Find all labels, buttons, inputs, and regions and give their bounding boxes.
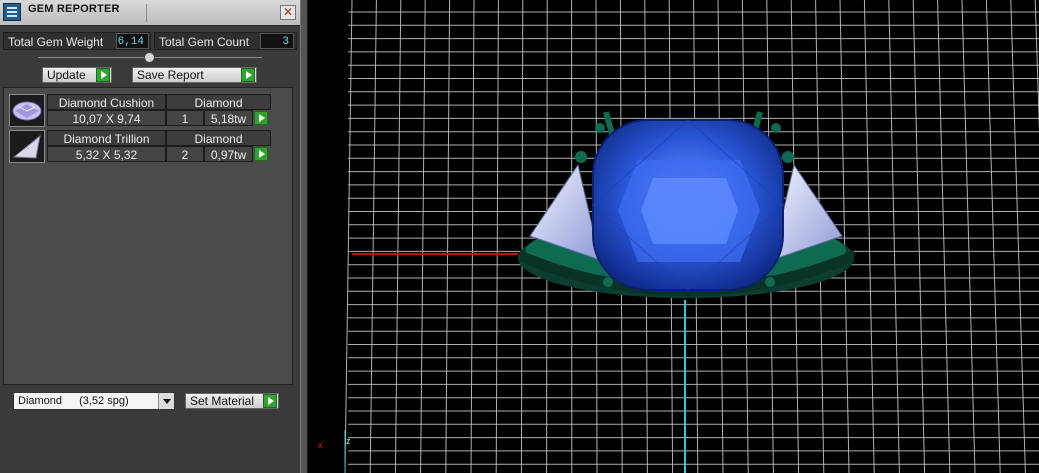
- grid-line-vertical: [344, 0, 353, 473]
- gem-weight: 5,18tw: [204, 110, 253, 126]
- grid-line-vertical: [470, 0, 475, 473]
- material-select[interactable]: Diamond (3,52 spg): [13, 392, 175, 410]
- z-axis-label: z: [346, 436, 351, 446]
- gem-weight: 0,97tw: [204, 146, 253, 162]
- grid-line-vertical: [961, 0, 976, 473]
- grid-line-vertical: [369, 0, 377, 473]
- chevron-down-icon[interactable]: [158, 393, 174, 409]
- gem-name: Diamond Cushion: [47, 94, 166, 110]
- grid-line-vertical: [394, 0, 402, 473]
- gem-row-trillion[interactable]: Diamond Trillion Diamond 5,32 X 5,32 2 0…: [9, 130, 271, 163]
- ring-model: [518, 111, 854, 298]
- update-go-icon[interactable]: [96, 68, 110, 82]
- title-bar[interactable]: GEM REPORTER ✕: [0, 0, 300, 26]
- gem-reporter-app-icon: [3, 3, 21, 21]
- viewport-scene: [344, 0, 1039, 473]
- total-count-label-text: Total Gem Count: [159, 35, 250, 49]
- save-report-go-icon[interactable]: [241, 68, 255, 82]
- material-select-name: Diamond: [18, 395, 63, 407]
- x-axis-label: x: [318, 440, 323, 450]
- gem-list: Diamond Cushion Diamond 10,07 X 9,74 1 5…: [3, 87, 293, 385]
- grid-line-vertical: [445, 0, 451, 473]
- gem-size: 10,07 X 9,74: [47, 110, 166, 126]
- gem-row-go-icon[interactable]: [254, 147, 268, 161]
- grid-line-vertical: [985, 0, 1001, 473]
- save-report-button-label: Save Report: [137, 68, 204, 82]
- close-icon[interactable]: ✕: [280, 5, 296, 20]
- cushion-gem-icon: [9, 94, 45, 127]
- update-button-label: Update: [47, 68, 86, 82]
- total-count-value: 3: [260, 33, 294, 49]
- trillion-gem-icon: [9, 130, 45, 163]
- window-title: GEM REPORTER: [28, 3, 120, 15]
- gem-reporter-panel: GEM REPORTER ✕ Total Gem Weight 6,14 Tot…: [0, 0, 300, 473]
- total-weight-label-text: Total Gem Weight: [8, 35, 104, 49]
- set-material-go-icon[interactable]: [263, 394, 277, 408]
- grid-line-vertical: [495, 0, 499, 473]
- grid-line-vertical: [888, 0, 900, 473]
- grid-line-vertical: [912, 0, 926, 473]
- grid-line-vertical: [520, 0, 524, 473]
- grid-line-vertical: [420, 0, 426, 473]
- material-select-density: (3,52 spg): [79, 395, 129, 407]
- gem-row-go-icon[interactable]: [254, 111, 268, 125]
- gem-material: Diamond: [166, 130, 271, 146]
- 3d-viewport[interactable]: x z: [308, 0, 1039, 473]
- panel-slider-handle[interactable]: [144, 52, 155, 63]
- grid-line-vertical: [1034, 0, 1039, 133]
- gem-size: 5,32 X 5,32: [47, 146, 166, 162]
- gem-name: Diamond Trillion: [47, 130, 166, 146]
- grid-line-vertical: [863, 0, 875, 473]
- title-divider: [146, 4, 147, 22]
- gem-row-cushion[interactable]: Diamond Cushion Diamond 10,07 X 9,74 1 5…: [9, 94, 271, 127]
- total-weight-value: 6,14: [116, 33, 149, 49]
- gem-count: 2: [166, 146, 204, 162]
- grid-line-vertical: [937, 0, 951, 473]
- gem-count: 1: [166, 110, 204, 126]
- save-report-button[interactable]: Save Report: [132, 67, 257, 83]
- grid-line-vertical: [1010, 0, 1026, 473]
- totals-bar: Total Gem Weight 6,14 Total Gem Count 3: [3, 32, 297, 50]
- gem-material: Diamond: [166, 94, 271, 110]
- panel-splitter[interactable]: [300, 0, 308, 473]
- set-material-button-label: Set Material: [190, 394, 255, 408]
